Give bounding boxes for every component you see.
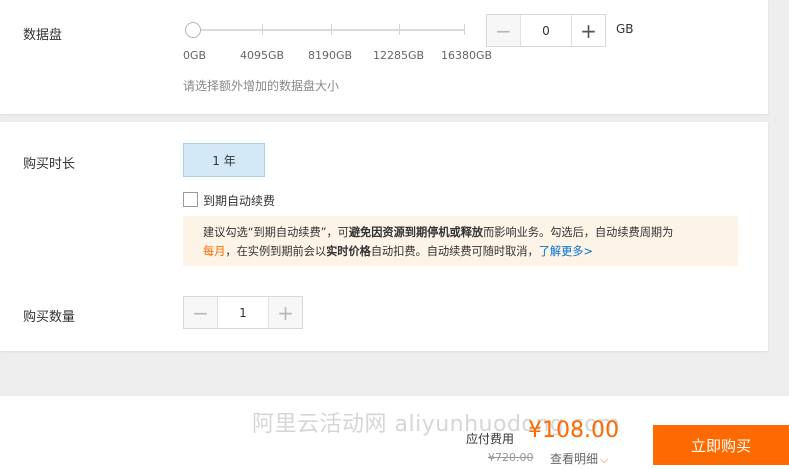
data-disk-decrement-button[interactable]: −: [487, 15, 520, 46]
quantity-increment-button[interactable]: +: [269, 297, 302, 328]
notice-text: ，在实例到期前会以: [225, 245, 327, 258]
slider-tick-label: 8190GB: [308, 49, 353, 62]
chevron-down-icon: ⌵: [600, 453, 609, 466]
view-details-link[interactable]: 查看明细 ⌵: [550, 450, 608, 467]
slider-tick-label: 4095GB: [240, 49, 285, 62]
buy-now-button[interactable]: 立即购买: [653, 425, 789, 465]
total-price: ¥108.00: [528, 418, 619, 443]
data-disk-value-input[interactable]: 0: [520, 15, 572, 46]
duration-option-1-year[interactable]: 1 年: [183, 143, 265, 177]
data-disk-unit: GB: [616, 22, 634, 36]
duration-label: 购买时长: [23, 157, 76, 172]
auto-renew-label[interactable]: 到期自动续费: [203, 192, 275, 209]
data-disk-increment-button[interactable]: +: [572, 15, 605, 46]
auto-renew-notice: 建议勾选“到期自动续费”，可避免因资源到期停机或释放而影响业务。勾选后，自动续费…: [183, 216, 738, 266]
data-disk-section: 数据盘 0GB 4095GB 8190GB 12285GB 16380GB − …: [0, 0, 768, 114]
notice-bold-text: 实时价格: [326, 245, 371, 258]
slider-tick: [464, 24, 465, 35]
quantity-label: 购买数量: [23, 310, 76, 325]
data-disk-hint: 请选择额外增加的数据盘大小: [183, 79, 340, 93]
quantity-value-input[interactable]: 1: [217, 297, 269, 328]
notice-text: 而影响业务。勾选后，自动续费周期为: [483, 226, 674, 239]
view-details-label: 查看明细: [550, 452, 599, 466]
purchase-options-section: 购买时长 1 年 到期自动续费 建议勾选“到期自动续费”，可避免因资源到期停机或…: [0, 122, 768, 351]
notice-text: 建议勾选“到期自动续费”，可: [203, 226, 349, 239]
slider-tick-label: 0GB: [183, 49, 207, 62]
notice-text: 自动扣费。自动续费可随时取消，: [370, 245, 539, 258]
auto-renew-checkbox[interactable]: [183, 192, 198, 207]
quantity-stepper: − 1 +: [183, 296, 303, 329]
slider-tick-label: 12285GB: [373, 49, 425, 62]
original-price: ¥720.00: [488, 451, 534, 464]
data-disk-label: 数据盘: [23, 28, 63, 43]
fee-label: 应付费用: [466, 432, 515, 446]
slider-tick: [262, 24, 263, 35]
slider-tick: [399, 24, 400, 35]
slider-tick: [331, 24, 332, 35]
learn-more-link[interactable]: 了解更多>: [539, 245, 593, 258]
data-disk-slider-handle[interactable]: [185, 22, 201, 38]
notice-renew-period: 每月: [203, 245, 226, 258]
data-disk-stepper: − 0 +: [486, 14, 606, 47]
data-disk-slider-track[interactable]: [192, 29, 465, 31]
slider-tick-label: 16380GB: [441, 49, 493, 62]
notice-bold-text: 避免因资源到期停机或释放: [348, 226, 484, 239]
quantity-decrement-button[interactable]: −: [184, 297, 217, 328]
